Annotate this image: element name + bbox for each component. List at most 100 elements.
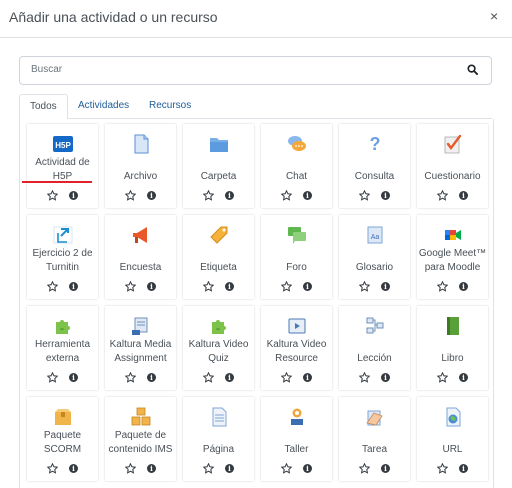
activity-card[interactable]: Foro i [261,215,332,299]
tab-actividades[interactable]: Actividades [68,94,139,118]
info-icon[interactable]: i [303,282,312,291]
boxes-icon [131,407,151,426]
star-icon[interactable] [47,463,58,474]
activity-label: Kaltura Video Resource [266,339,327,364]
activity-label: Foro [286,262,307,273]
star-icon[interactable] [359,190,370,201]
activity-label: Libro [441,353,464,364]
star-icon[interactable] [281,372,292,383]
activity-card[interactable]: H5P Actividad de H5P i [27,124,98,208]
activity-card[interactable]: Paquete SCORM i [27,397,98,481]
info-icon[interactable]: i [303,373,312,382]
info-icon[interactable]: i [69,464,78,473]
info-icon[interactable]: i [459,373,468,382]
star-icon[interactable] [359,281,370,292]
glossary-icon: Aa [367,226,383,244]
info-icon[interactable]: i [69,373,78,382]
book-icon [447,317,459,335]
activity-card[interactable]: URL i [417,397,488,481]
star-icon[interactable] [281,190,292,201]
svg-text:Aa: Aa [371,234,380,241]
activity-card[interactable]: Herramienta externa i [27,306,98,390]
star-icon[interactable] [437,372,448,383]
workshop-icon [291,408,303,425]
search-input[interactable]: Buscar [19,56,492,85]
turnitin-icon [53,226,73,244]
search-icon[interactable] [467,64,478,75]
activity-card[interactable]: Aa Glosario i [339,215,410,299]
activity-card[interactable]: Lección i [339,306,410,390]
info-icon[interactable]: i [147,191,156,200]
activity-card[interactable]: ? Consulta i [339,124,410,208]
activity-label: Encuesta [119,262,162,273]
star-icon[interactable] [125,372,136,383]
star-icon[interactable] [281,281,292,292]
activity-label: Kaltura Video Quiz [188,339,249,364]
info-icon[interactable]: i [225,373,234,382]
star-icon[interactable] [125,190,136,201]
info-icon[interactable]: i [303,191,312,200]
star-icon[interactable] [203,190,214,201]
star-icon[interactable] [47,372,58,383]
activity-card[interactable]: Kaltura Video Resource i [261,306,332,390]
activity-card[interactable]: Kaltura Media Assignment i [105,306,176,390]
info-icon[interactable]: i [225,282,234,291]
activity-card[interactable]: Google Meet™ para Moodle i [417,215,488,299]
star-icon[interactable] [359,372,370,383]
info-icon[interactable]: i [147,464,156,473]
activity-card[interactable]: Tarea i [339,397,410,481]
activity-card[interactable]: Etiqueta i [183,215,254,299]
quiz-icon [444,134,462,154]
activity-card[interactable]: Kaltura Video Quiz i [183,306,254,390]
tab-bar: Todos Actividades Recursos [19,94,492,120]
info-icon[interactable]: i [225,464,234,473]
info-icon[interactable]: i [69,191,78,200]
activity-label: Glosario [355,262,394,273]
activity-card[interactable]: Carpeta i [183,124,254,208]
star-icon[interactable] [281,463,292,474]
activity-label: Lección [357,353,392,364]
info-icon[interactable]: i [69,282,78,291]
star-icon[interactable] [203,372,214,383]
megaphone-icon [133,227,147,243]
tab-recursos[interactable]: Recursos [139,94,201,118]
activity-label: Actividad de H5P [35,157,90,182]
activity-card[interactable]: Taller i [261,397,332,481]
star-icon[interactable] [203,281,214,292]
activity-card[interactable]: Libro i [417,306,488,390]
activity-card[interactable]: Página i [183,397,254,481]
info-icon[interactable]: i [147,373,156,382]
google-meet-icon [445,230,461,240]
info-icon[interactable]: i [459,282,468,291]
activity-card[interactable]: Cuestionario i [417,124,488,208]
star-icon[interactable] [47,190,58,201]
activity-card[interactable]: Paquete de contenido IMS i [105,397,176,481]
activity-card[interactable]: Encuesta i [105,215,176,299]
info-icon[interactable]: i [381,191,390,200]
star-icon[interactable] [125,281,136,292]
info-icon[interactable]: i [459,464,468,473]
folder-icon [210,138,228,152]
activity-card[interactable]: Archivo i [105,124,176,208]
star-icon[interactable] [203,463,214,474]
info-icon[interactable]: i [303,464,312,473]
star-icon[interactable] [47,281,58,292]
info-icon[interactable]: i [381,282,390,291]
star-icon[interactable] [125,463,136,474]
info-icon[interactable]: i [147,282,156,291]
star-icon[interactable] [359,463,370,474]
tab-todos[interactable]: Todos [19,94,68,120]
star-icon[interactable] [437,463,448,474]
star-icon[interactable] [437,190,448,201]
star-icon[interactable] [437,281,448,292]
activity-label: Archivo [123,171,158,182]
info-icon[interactable]: i [459,191,468,200]
info-icon[interactable]: i [381,464,390,473]
info-icon[interactable]: i [225,191,234,200]
activity-card[interactable]: Chat i [261,124,332,208]
close-icon[interactable]: × [490,8,498,24]
activity-card[interactable]: Ejercicio 2 de Turnitin i [27,215,98,299]
activity-label: Cuestionario [424,171,481,182]
activity-label: Paquete de contenido IMS [108,430,173,455]
info-icon[interactable]: i [381,373,390,382]
